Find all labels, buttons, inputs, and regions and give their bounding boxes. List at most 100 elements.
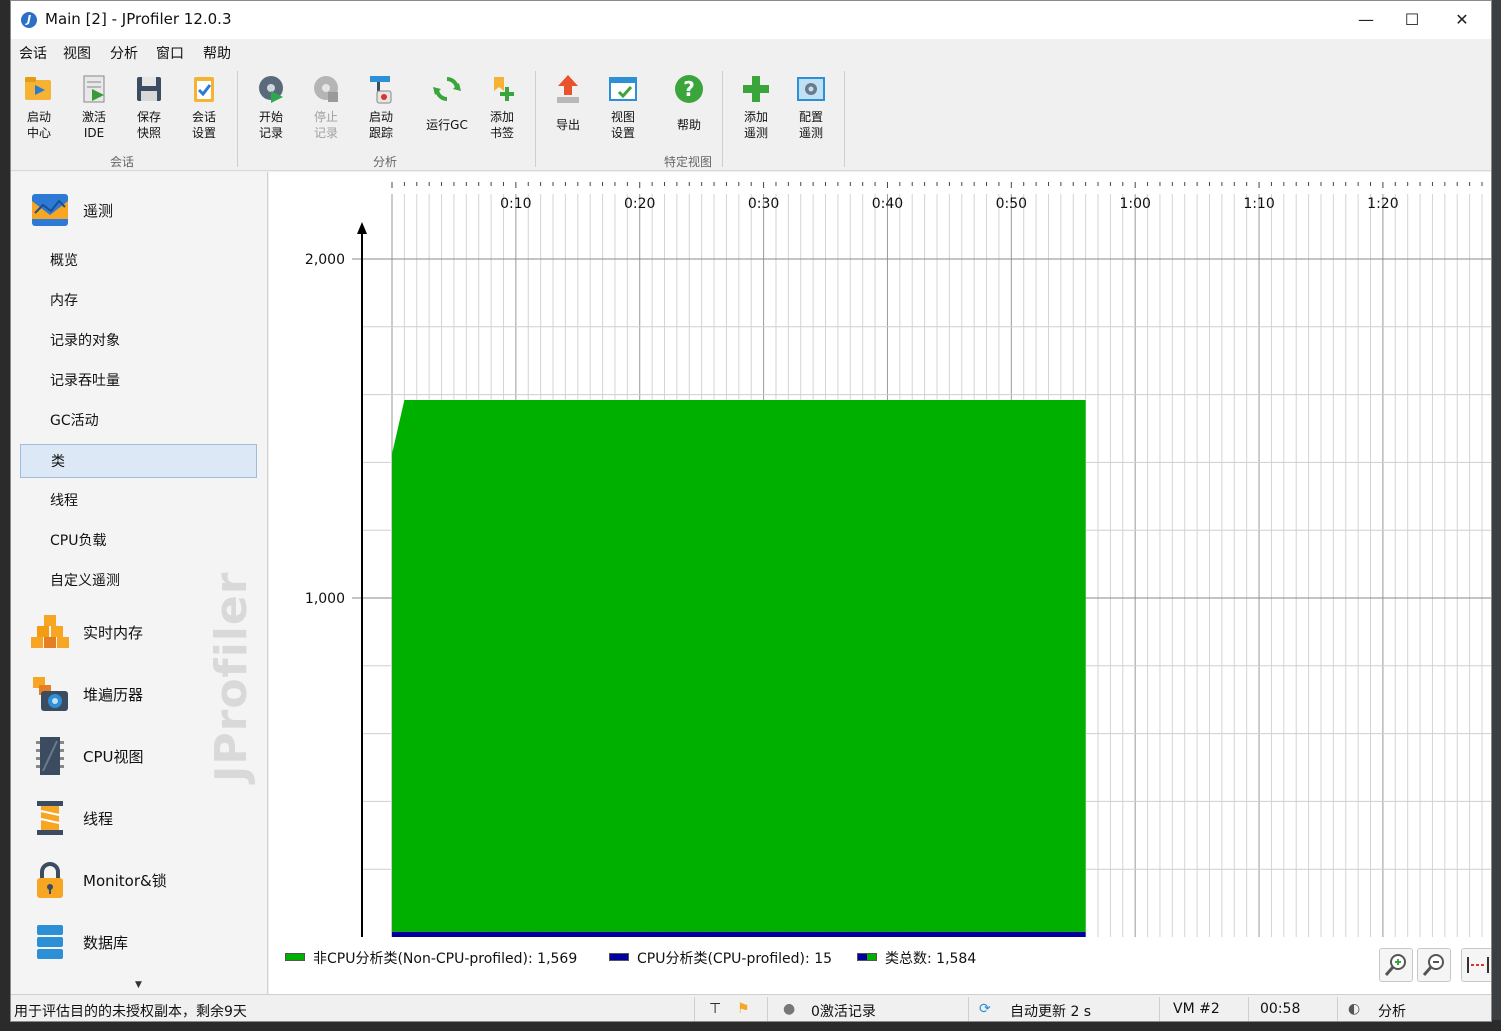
active-recordings[interactable]: 0激活记录 <box>811 1001 876 1021</box>
sidebar-section-databases[interactable]: 数据库 <box>11 914 267 970</box>
sidebar-section-monitors-locks[interactable]: Monitor&锁 <box>11 852 267 908</box>
status-separator <box>1248 997 1249 1021</box>
sidebar-item-classes[interactable]: 类 <box>20 444 257 478</box>
view-settings-label: 视图 设置 <box>610 110 635 140</box>
activate-ide-icon <box>83 75 105 103</box>
x-tick-label: 0:10 <box>500 196 531 212</box>
vm-number: VM #2 <box>1173 1001 1220 1017</box>
view-settings-button[interactable]: 视图 设置 <box>598 73 648 141</box>
elapsed-time: 00:58 <box>1260 1001 1301 1017</box>
sidebar-section-telemetry[interactable]: 遥测 <box>11 182 267 238</box>
status-separator <box>1337 997 1338 1021</box>
start-recording-button[interactable]: 开始 记录 <box>246 73 296 141</box>
toolbar-group-session: 会话 <box>110 155 135 169</box>
start-tracking-icon <box>370 76 392 104</box>
profiling-mode: 分析 <box>1378 1004 1406 1020</box>
configure-telemetry-icon <box>797 77 825 101</box>
sidebar-item-memory[interactable]: 内存 <box>20 284 257 318</box>
sidebar-section-label: 实时内存 <box>83 624 144 642</box>
menu-session[interactable]: 会话 <box>19 43 47 63</box>
threads-icon <box>37 801 63 835</box>
add-telemetry-icon <box>743 76 769 102</box>
session-settings-button[interactable]: 会话 设置 <box>179 73 229 141</box>
fit-to-window-button[interactable] <box>1461 948 1491 982</box>
toolbar-separator <box>722 71 723 167</box>
x-tick-label: 0:20 <box>624 196 655 212</box>
sidebar-item-recorded-objects[interactable]: 记录的对象 <box>20 324 257 358</box>
jprofiler-window: J Main [2] - JProfiler 12.0.3 — ☐ ✕ 会话 视… <box>10 0 1492 1022</box>
add-telemetry-label: 添加 遥测 <box>743 110 768 140</box>
menu-window[interactable]: 窗口 <box>156 43 184 63</box>
jprofiler-watermark: JProfiler <box>206 571 257 782</box>
add-telemetry-button[interactable]: 添加 遥测 <box>731 73 781 141</box>
sidebar-section-threads[interactable]: 线程 <box>11 790 267 846</box>
scroll-down-arrow-icon[interactable]: ▼ <box>135 980 142 990</box>
legend-swatch-green <box>285 953 305 961</box>
sidebar-item-recording-throughput[interactable]: 记录吞吐量 <box>20 364 257 398</box>
sidebar-item-overview[interactable]: 概览 <box>20 244 257 278</box>
legend-value: 1,584 <box>936 951 977 967</box>
profiling-mode-icon: ◐ <box>1348 1001 1361 1017</box>
help-icon: ? <box>675 75 703 103</box>
x-tick-label: 1:20 <box>1367 196 1398 212</box>
save-snapshot-icon <box>137 77 161 101</box>
zoom-out-button[interactable] <box>1417 948 1451 982</box>
legend-total-classes: 类总数: 1,584 <box>857 948 976 968</box>
session-settings-label: 会话 设置 <box>191 110 216 140</box>
sidebar: 遥测 概览 内存 记录的对象 记录吞吐量 GC活动 类 线程 CPU负载 自定义… <box>11 172 268 994</box>
export-button[interactable]: 导出 <box>543 73 593 133</box>
menu-help[interactable]: 帮助 <box>203 43 231 63</box>
zoom-out-icon <box>1422 954 1444 976</box>
background-ide-right <box>1492 0 1501 1031</box>
sidebar-item-gc-activity[interactable]: GC活动 <box>20 404 257 438</box>
legend-swatch-total <box>857 953 877 961</box>
add-bookmark-button[interactable]: 添加 书签 <box>477 73 527 141</box>
run-gc-icon <box>433 77 461 101</box>
toolbar-group-specific-views: 特定视图 <box>664 155 713 169</box>
zoom-in-icon <box>1384 954 1406 976</box>
zoom-in-button[interactable] <box>1379 948 1413 982</box>
activate-ide-button[interactable]: 激活 IDE <box>69 73 119 141</box>
start-center-button[interactable]: 启动 中心 <box>14 73 64 141</box>
start-recording-label: 开始 记录 <box>258 110 283 140</box>
window-title: Main [2] - JProfiler 12.0.3 <box>45 10 232 28</box>
menu-analysis[interactable]: 分析 <box>110 43 138 63</box>
toolbar-group-analysis: 分析 <box>373 155 398 169</box>
legend-non-cpu-profiled: 非CPU分析类(Non-CPU-profiled): 1,569 <box>285 948 577 968</box>
auto-update-status[interactable]: 自动更新 2 s <box>1010 1001 1091 1021</box>
help-button[interactable]: ? 帮助 <box>664 73 714 133</box>
telemetry-icon <box>32 194 68 226</box>
x-tick-label: 0:30 <box>748 196 779 212</box>
configure-telemetry-button[interactable]: 配置 遥测 <box>786 73 836 141</box>
area-non-cpu-profiled <box>392 400 1086 932</box>
sidebar-item-threads[interactable]: 线程 <box>20 484 257 518</box>
stop-recording-label: 停止 记录 <box>313 110 338 140</box>
x-tick-label: 1:00 <box>1119 196 1150 212</box>
run-gc-button[interactable]: 运行GC <box>422 73 472 133</box>
classes-telemetry-chart: 0:10 0:20 0:30 0:40 0:50 1:00 1:10 1:20 2,000 1,0… <box>269 172 1491 994</box>
status-separator <box>694 997 695 1021</box>
legend-swatch-blue <box>609 953 629 961</box>
close-button[interactable]: ✕ <box>1433 1 1491 39</box>
x-tick-label: 0:40 <box>872 196 903 212</box>
export-icon <box>557 75 579 103</box>
sidebar-item-cpu-load[interactable]: CPU负载 <box>20 524 257 558</box>
x-tick-label: 1:10 <box>1243 196 1274 212</box>
recording-status-icon: ● <box>783 1001 796 1017</box>
save-snapshot-button[interactable]: 保存 快照 <box>124 73 174 141</box>
start-tracking-button[interactable]: 启动 跟踪 <box>356 73 406 141</box>
legend-label: 类总数 <box>885 951 927 967</box>
stop-recording-button[interactable]: 停止 记录 <box>301 73 351 141</box>
sidebar-section-label: Monitor&锁 <box>83 872 167 890</box>
session-settings-icon <box>194 77 214 102</box>
stop-recording-icon <box>314 76 338 102</box>
license-status: 用于评估目的的未授权副本，剩余9天 <box>14 1004 247 1020</box>
menu-view[interactable]: 视图 <box>63 43 91 63</box>
fit-icon <box>1467 957 1489 973</box>
database-icon <box>37 925 63 959</box>
save-snapshot-label: 保存 快照 <box>136 110 161 140</box>
y-tick-label: 1,000 <box>305 591 345 607</box>
flag-icon[interactable]: ⚑ <box>737 1001 750 1017</box>
menu-bar: 会话 视图 分析 窗口 帮助 <box>11 39 1491 65</box>
pin-icon[interactable]: ⊤ <box>709 1001 721 1017</box>
